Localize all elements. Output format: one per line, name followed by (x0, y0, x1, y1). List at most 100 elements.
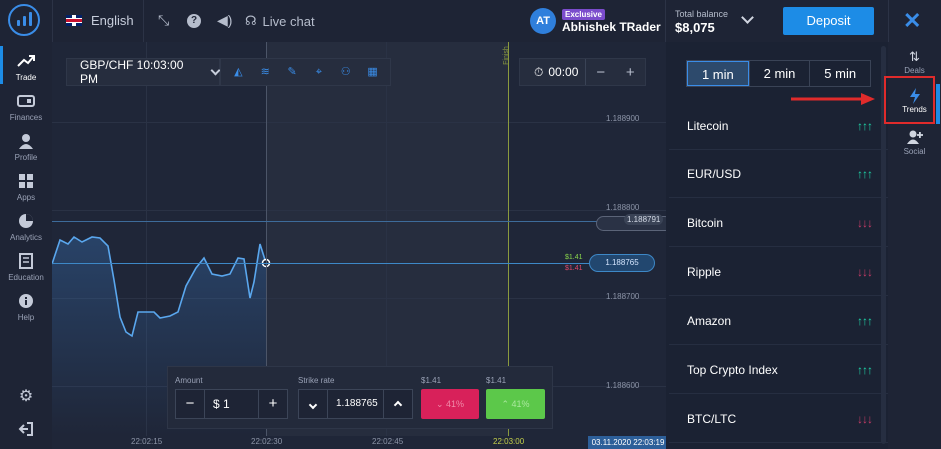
sound-icon[interactable]: ◀) (217, 12, 232, 29)
strike-rate-stepper: 1.188765 (298, 389, 413, 419)
list-item[interactable]: Amazon ↑↑↑ (669, 297, 888, 345)
tab-5-min[interactable]: 5 min (809, 61, 870, 86)
crosshair-icon[interactable]: ⌖ (312, 65, 326, 79)
chart-type-icon[interactable]: ◭ (231, 65, 245, 79)
draw-pencil-icon[interactable]: ✎ (285, 65, 299, 79)
current-price-line (52, 263, 612, 264)
list-item[interactable]: Bitcoin ↓↓↓ (669, 199, 888, 247)
top-bar: English ⤡ ? ◀) ☊ Live chat AT Exclusive … (0, 0, 941, 42)
sidebar-item-deals[interactable]: ⇅ Deals (888, 49, 941, 75)
arrow-up-icon: ⌃ (501, 399, 509, 409)
updown-icon: ⇅ (909, 49, 920, 64)
close-icon[interactable]: ✕ (903, 8, 921, 34)
trend-icon (0, 52, 52, 70)
user-icon (0, 132, 52, 150)
payout-up-value: $1.41 (565, 254, 583, 261)
y-tick: 1.188700 (606, 292, 640, 301)
gear-icon: ⚙ (18, 388, 34, 405)
fullscreen-icon[interactable]: ⤡ (158, 12, 169, 29)
layout-icon[interactable]: ▦ (366, 65, 380, 79)
active-indicator (936, 84, 940, 124)
list-item[interactable]: Top Crypto Index ↑↑↑ (669, 346, 888, 394)
amount-input[interactable]: $ 1 (204, 390, 259, 418)
timer-display[interactable]: ⏱ 00:00 (520, 59, 586, 85)
x-tick: 22:02:45 (372, 437, 404, 446)
trend-arrows-icon: ↓↓↓ (857, 216, 873, 230)
annotation-arrow-icon (791, 93, 875, 105)
buy-percent: 41% (511, 399, 530, 409)
chevron-down-icon[interactable] (741, 11, 754, 24)
divider (143, 0, 144, 42)
trend-arrows-icon: ↓↓↓ (857, 265, 873, 279)
sidebar-item-trade[interactable]: Trade (0, 46, 52, 84)
payout-up-label: $1.41 (486, 376, 507, 385)
amount-stepper: − $ 1 + (175, 389, 288, 419)
sidebar-item-profile[interactable]: Profile (0, 132, 52, 162)
sell-percent: 41% (446, 399, 465, 409)
finish-label: Finish (502, 46, 510, 65)
timer-value: 00:00 (548, 65, 579, 79)
timer-minus-button[interactable]: − (586, 64, 616, 81)
sidebar-item-apps[interactable]: Apps (0, 172, 52, 202)
tab-1-min[interactable]: 1 min (687, 61, 749, 86)
exclusive-badge: Exclusive (562, 9, 605, 20)
strike-rate-input[interactable]: 1.188765 (327, 390, 384, 418)
sidebar-item-label: Apps (16, 193, 36, 202)
strike-up-button[interactable] (384, 390, 412, 418)
balance-value[interactable]: $8,075 (675, 20, 715, 35)
x-tick: 22:02:30 (251, 437, 283, 446)
language-selector[interactable]: English (66, 13, 134, 28)
sidebar-item-finances[interactable]: Finances (0, 92, 52, 122)
list-item[interactable]: Ripple ↓↓↓ (669, 248, 888, 296)
strike-down-button[interactable] (299, 390, 327, 418)
sidebar-item-help[interactable]: Help (0, 292, 52, 322)
help-icon[interactable]: ? (187, 14, 201, 28)
logout-button[interactable] (0, 420, 52, 438)
sidebar-item-label: Profile (14, 153, 38, 162)
language-label: English (91, 13, 134, 28)
sidebar-item-education[interactable]: Education (0, 252, 52, 282)
wallet-icon (0, 92, 52, 110)
trend-arrows-icon: ↓↓↓ (857, 412, 873, 426)
settings-button[interactable]: ⚙ (0, 387, 52, 405)
asset-name: Top Crypto Index (687, 363, 778, 377)
list-item[interactable]: Litecoin ↑↑↑ (669, 102, 888, 150)
amount-minus-button[interactable]: − (176, 390, 204, 418)
sell-button[interactable]: ⌄ 41% (421, 389, 479, 419)
sidebar-item-label: Analytics (9, 233, 42, 242)
logo-icon[interactable] (8, 4, 40, 36)
timer-plus-button[interactable]: + (616, 64, 646, 81)
app-root: English ⤡ ? ◀) ☊ Live chat AT Exclusive … (0, 0, 941, 449)
pie-icon (0, 212, 52, 230)
trend-arrows-icon: ↑↑↑ (857, 363, 873, 377)
highlight-box (884, 76, 935, 124)
indicators-icon[interactable]: ≋ (258, 65, 272, 79)
user-name[interactable]: Abhishek TRader (562, 20, 661, 34)
buy-button[interactable]: ⌃ 41% (486, 389, 545, 419)
current-time-tag: 03.11.2020 22:03:19 (588, 436, 666, 449)
add-user-icon[interactable]: ⚇ (339, 65, 353, 79)
sidebar-item-label: Social (903, 147, 926, 156)
asset-selector[interactable]: GBP/CHF 10:03:00 PM (66, 58, 221, 86)
sidebar-item-label: Education (8, 273, 44, 282)
list-item[interactable]: EUR/USD ↑↑↑ (669, 150, 888, 198)
divider (665, 0, 666, 42)
timeframe-tabs: 1 min 2 min 5 min (686, 60, 871, 87)
sidebar-item-label: Deals (904, 66, 925, 75)
asset-name: Amazon (687, 314, 732, 328)
sidebar-item-social[interactable]: Social (888, 130, 941, 156)
y-tick: 1.188800 (606, 203, 640, 212)
payout-down-value: $1.41 (565, 265, 583, 272)
headset-icon: ☊ (245, 13, 257, 28)
divider (52, 0, 53, 42)
chart-toolbar: ◭ ≋ ✎ ⌖ ⚇ ▦ (220, 58, 391, 86)
sidebar-item-analytics[interactable]: Analytics (0, 212, 52, 242)
trend-arrows-icon: ↑↑↑ (857, 314, 873, 328)
asset-name: BTC/LTC (687, 412, 737, 426)
avatar[interactable]: AT (530, 8, 556, 34)
live-chat-button[interactable]: ☊ Live chat (245, 13, 315, 29)
tab-2-min[interactable]: 2 min (748, 61, 810, 86)
list-item[interactable]: BTC/LTC ↓↓↓ (669, 395, 888, 443)
deposit-button[interactable]: Deposit (783, 7, 874, 35)
amount-plus-button[interactable]: + (259, 390, 287, 418)
